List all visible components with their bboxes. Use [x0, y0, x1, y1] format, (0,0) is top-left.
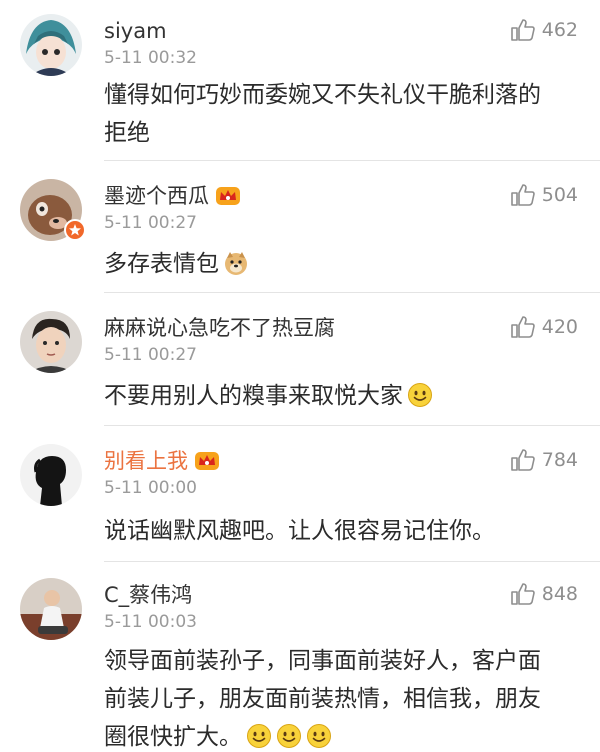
thumbs-up-icon	[510, 315, 542, 339]
comment-text: 领导面前装孙子，同事面前装好人，客户面 前装儿子，朋友面前装热情，相信我，朋友 …	[104, 642, 574, 752]
username[interactable]: 别看上我	[104, 448, 220, 474]
username-label[interactable]: 麻麻说心急吃不了热豆腐	[104, 315, 335, 341]
comment-item: 麻麻说心急吃不了热豆腐 5-11 00:27 420 不要用别人的糗事来取悦大家	[0, 293, 600, 426]
thumbs-up-icon	[510, 18, 542, 42]
comment-text: 不要用别人的糗事来取悦大家	[104, 377, 574, 415]
like-button[interactable]: 462	[510, 18, 578, 42]
thumbs-up-icon	[510, 448, 542, 472]
username-label[interactable]: 别看上我	[104, 448, 188, 474]
username-label[interactable]: 墨迹个西瓜	[104, 183, 209, 209]
like-count: 462	[541, 19, 578, 41]
comment-text-content: 不要用别人的糗事来取悦大家	[104, 383, 403, 409]
comment-text-content: 多存表情包	[104, 251, 219, 277]
timestamp: 5-11 00:03	[104, 612, 197, 632]
comment-item: 别看上我 5-11 00:00 784 说话幽默风趣吧。让人很容易记住你。	[0, 426, 600, 562]
timestamp: 5-11 00:27	[104, 213, 197, 233]
username[interactable]: 麻麻说心急吃不了热豆腐	[104, 315, 335, 341]
smile-emoji	[306, 723, 332, 749]
avatar[interactable]	[20, 311, 82, 373]
username[interactable]: C_蔡伟鸿	[104, 582, 192, 608]
timestamp: 5-11 00:00	[104, 478, 197, 498]
avatar[interactable]	[20, 444, 82, 506]
avatar[interactable]	[20, 14, 82, 76]
vip-crown-icon	[215, 185, 241, 207]
like-count: 504	[541, 184, 578, 206]
smile-emoji	[407, 382, 433, 408]
comment-item: siyam 5-11 00:32 462 懂得如何巧妙而委婉又不失礼仪干脆利落的…	[0, 0, 600, 162]
like-count: 848	[541, 583, 578, 605]
comment-text-line: 拒绝	[104, 120, 150, 146]
comment-text-line: 领导面前装孙子，同事面前装好人，客户面	[104, 648, 541, 674]
smile-emoji	[246, 723, 272, 749]
comment-text-line: 前装儿子，朋友面前装热情，相信我，朋友	[104, 686, 541, 712]
username[interactable]: 墨迹个西瓜	[104, 183, 241, 209]
timestamp: 5-11 00:32	[104, 48, 197, 68]
thumbs-up-icon	[510, 582, 542, 606]
like-button[interactable]: 504	[510, 183, 578, 207]
like-count: 784	[541, 449, 578, 471]
vip-crown-icon	[194, 450, 220, 472]
comment-item: 墨迹个西瓜 5-11 00:27 504 多存表情包	[0, 161, 600, 293]
verified-badge-icon	[64, 219, 86, 241]
like-button[interactable]: 848	[510, 582, 578, 606]
username[interactable]: siyam	[104, 18, 167, 44]
like-button[interactable]: 420	[510, 315, 578, 339]
comment-text: 说话幽默风趣吧。让人很容易记住你。	[104, 512, 574, 550]
comment-feed: siyam 5-11 00:32 462 懂得如何巧妙而委婉又不失礼仪干脆利落的…	[0, 0, 600, 752]
username-label[interactable]: C_蔡伟鸿	[104, 582, 192, 608]
comment-text: 懂得如何巧妙而委婉又不失礼仪干脆利落的 拒绝	[104, 76, 574, 152]
timestamp: 5-11 00:27	[104, 345, 197, 365]
avatar[interactable]	[20, 578, 82, 640]
comment-text-line: 圈很快扩大。	[104, 718, 574, 752]
thumbs-up-icon	[510, 183, 542, 207]
comment-text-line: 懂得如何巧妙而委婉又不失礼仪干脆利落的	[104, 82, 541, 108]
doge-emoji	[223, 250, 249, 276]
comment-item: C_蔡伟鸿 5-11 00:03 848 领导面前装孙子，同事面前装好人，客户面…	[0, 562, 600, 752]
smile-emoji	[276, 723, 302, 749]
username-label[interactable]: siyam	[104, 18, 167, 44]
comment-text-content: 圈很快扩大。	[104, 724, 242, 750]
comment-text-content: 说话幽默风趣吧。让人很容易记住你。	[104, 518, 495, 544]
comment-text: 多存表情包	[104, 245, 574, 283]
like-button[interactable]: 784	[510, 448, 578, 472]
like-count: 420	[541, 316, 578, 338]
